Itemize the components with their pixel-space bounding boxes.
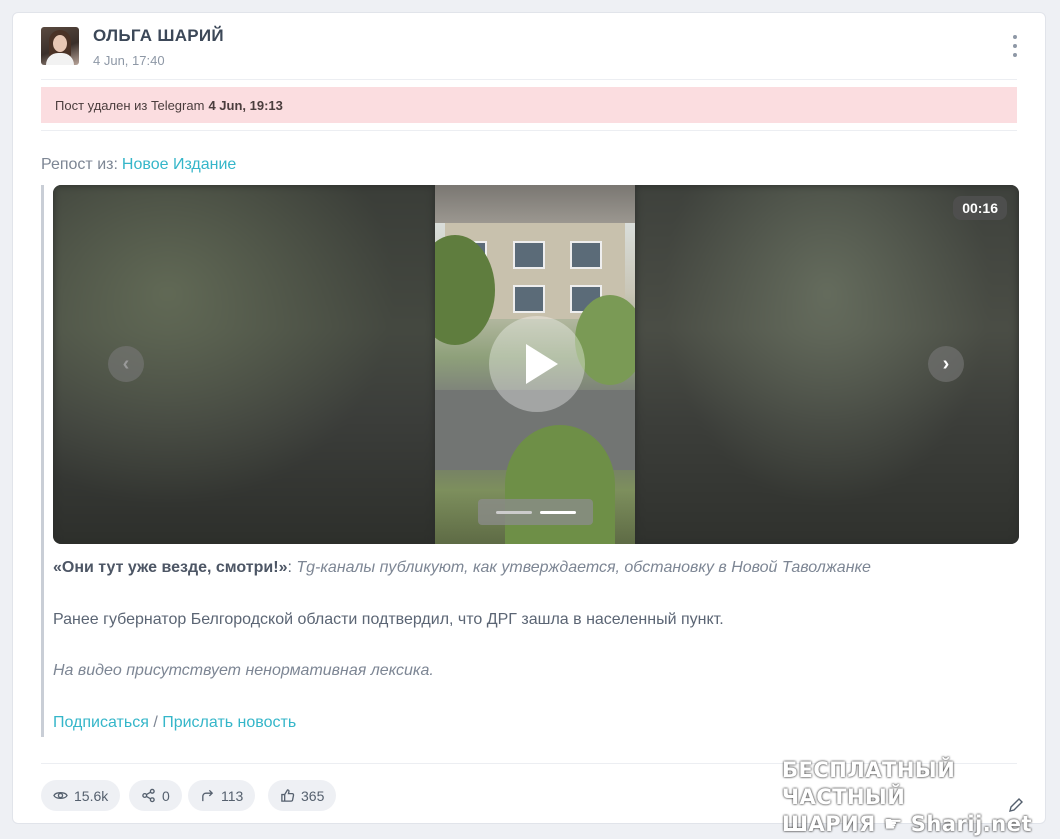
likes-count: 365	[301, 787, 325, 804]
forwards-counter[interactable]: 113	[188, 780, 256, 811]
views-counter[interactable]: 15.6k	[41, 780, 121, 811]
watermark-site: Sharij.net	[910, 812, 1033, 836]
carousel-next-button[interactable]: ›	[928, 346, 964, 382]
carousel-indicators	[478, 499, 593, 525]
shares-counter[interactable]: 0	[129, 780, 182, 811]
pointing-hand-icon: ☛	[875, 812, 911, 836]
play-button[interactable]	[489, 316, 585, 412]
repost-source-link[interactable]: Новое Издание	[122, 156, 236, 173]
repost-quote-bar	[41, 185, 44, 737]
watermark-line2: ШАРИЯ ☛ Sharij.net	[782, 811, 1042, 838]
post-paragraph: Ранее губернатор Белгородской области по…	[53, 611, 724, 628]
carousel-prev-button[interactable]: ‹	[108, 346, 144, 382]
post-links: Подписаться / Прислать новость	[53, 714, 296, 732]
post-card: ОЛЬГА ШАРИЙ 4 Jun, 17:40 Пост удален из …	[12, 12, 1046, 824]
links-separator: /	[153, 714, 158, 731]
deleted-notice: Пост удален из Telegram	[55, 97, 205, 113]
post-lead: «Они тут уже везде, смотри!»: Tg-каналы …	[53, 559, 871, 577]
more-options-icon[interactable]	[1011, 35, 1019, 57]
carousel-indicator-2[interactable]	[539, 510, 576, 514]
avatar-face	[53, 35, 67, 52]
thumbs-up-icon	[281, 789, 295, 802]
likes-counter[interactable]: 365	[268, 780, 337, 811]
views-count: 15.6k	[74, 787, 109, 804]
author-name[interactable]: ОЛЬГА ШАРИЙ	[93, 26, 224, 46]
eye-icon	[53, 792, 68, 799]
share-icon	[142, 788, 155, 803]
header-divider	[41, 79, 1017, 80]
alert-divider	[41, 130, 1017, 131]
watermark-line1: БЕСПЛАТНЫЙ ЧАСТНЫЙ	[782, 758, 956, 809]
deleted-date: 4 Jun, 19:13	[208, 97, 283, 113]
carousel-indicator-1[interactable]	[495, 510, 532, 514]
author-avatar[interactable]	[41, 27, 79, 65]
repost-line: Репост из: Новое Издание	[41, 156, 236, 174]
lead-text: Tg-каналы публикуют, как утверждается, о…	[296, 559, 871, 576]
forward-icon	[202, 789, 214, 802]
video-carousel[interactable]: 00:16 ‹ ›	[53, 185, 1019, 544]
watermark-name: ШАРИЯ	[782, 812, 876, 836]
deleted-alert: Пост удален из Telegram 4 Jun, 19:13	[41, 87, 1017, 123]
video-bush	[505, 425, 615, 544]
lead-colon: :	[287, 559, 292, 576]
forwards-count: 113	[221, 787, 244, 804]
subscribe-link[interactable]: Подписаться	[53, 714, 149, 731]
video-duration: 00:16	[953, 196, 1007, 220]
lead-quote: «Они тут уже везде, смотри!»	[53, 559, 288, 576]
video-roof	[435, 185, 635, 223]
shares-count: 0	[162, 787, 170, 804]
repost-label: Репост из:	[41, 156, 118, 173]
send-news-link[interactable]: Прислать новость	[162, 714, 296, 731]
post-warning: На видео присутствует ненормативная лекс…	[53, 662, 434, 679]
post-date: 4 Jun, 17:40	[93, 53, 165, 68]
watermark: БЕСПЛАТНЫЙ ЧАСТНЫЙ ШАРИЯ ☛ Sharij.net	[782, 757, 1042, 836]
